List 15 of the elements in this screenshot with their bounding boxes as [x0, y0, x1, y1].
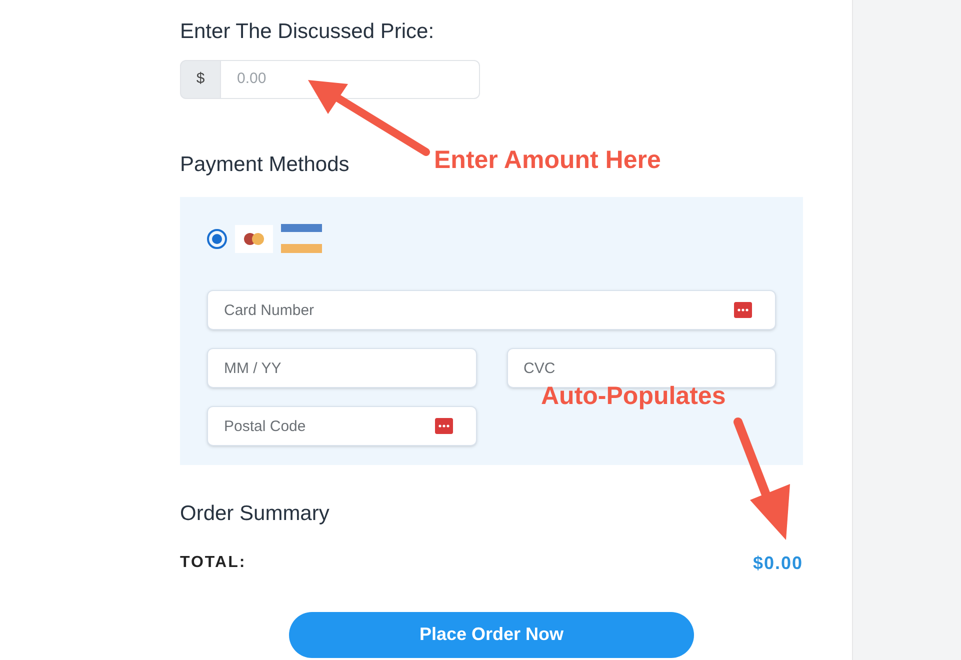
input-field[interactable]: MM / YY	[207, 348, 476, 388]
place-order-button[interactable]: Place Order Now	[289, 612, 694, 658]
radio-button[interactable]	[207, 228, 227, 248]
currency-addon: $	[180, 60, 221, 98]
annotation-text: Enter Amount Here	[434, 145, 661, 176]
price-label: Enter The Discussed Price:	[180, 19, 436, 45]
total-label: TOTAL:	[180, 553, 246, 573]
total-value: $0.00	[752, 552, 803, 574]
section-heading: Payment Methods	[180, 152, 350, 178]
section-heading: Order Summary	[180, 501, 330, 527]
price-field[interactable]: 0.00	[221, 60, 480, 98]
card-logo-icon	[235, 224, 273, 252]
card-icon	[281, 224, 322, 253]
input-field[interactable]: Postal Code	[207, 406, 476, 446]
input-field[interactable]: Card Number	[207, 290, 776, 330]
